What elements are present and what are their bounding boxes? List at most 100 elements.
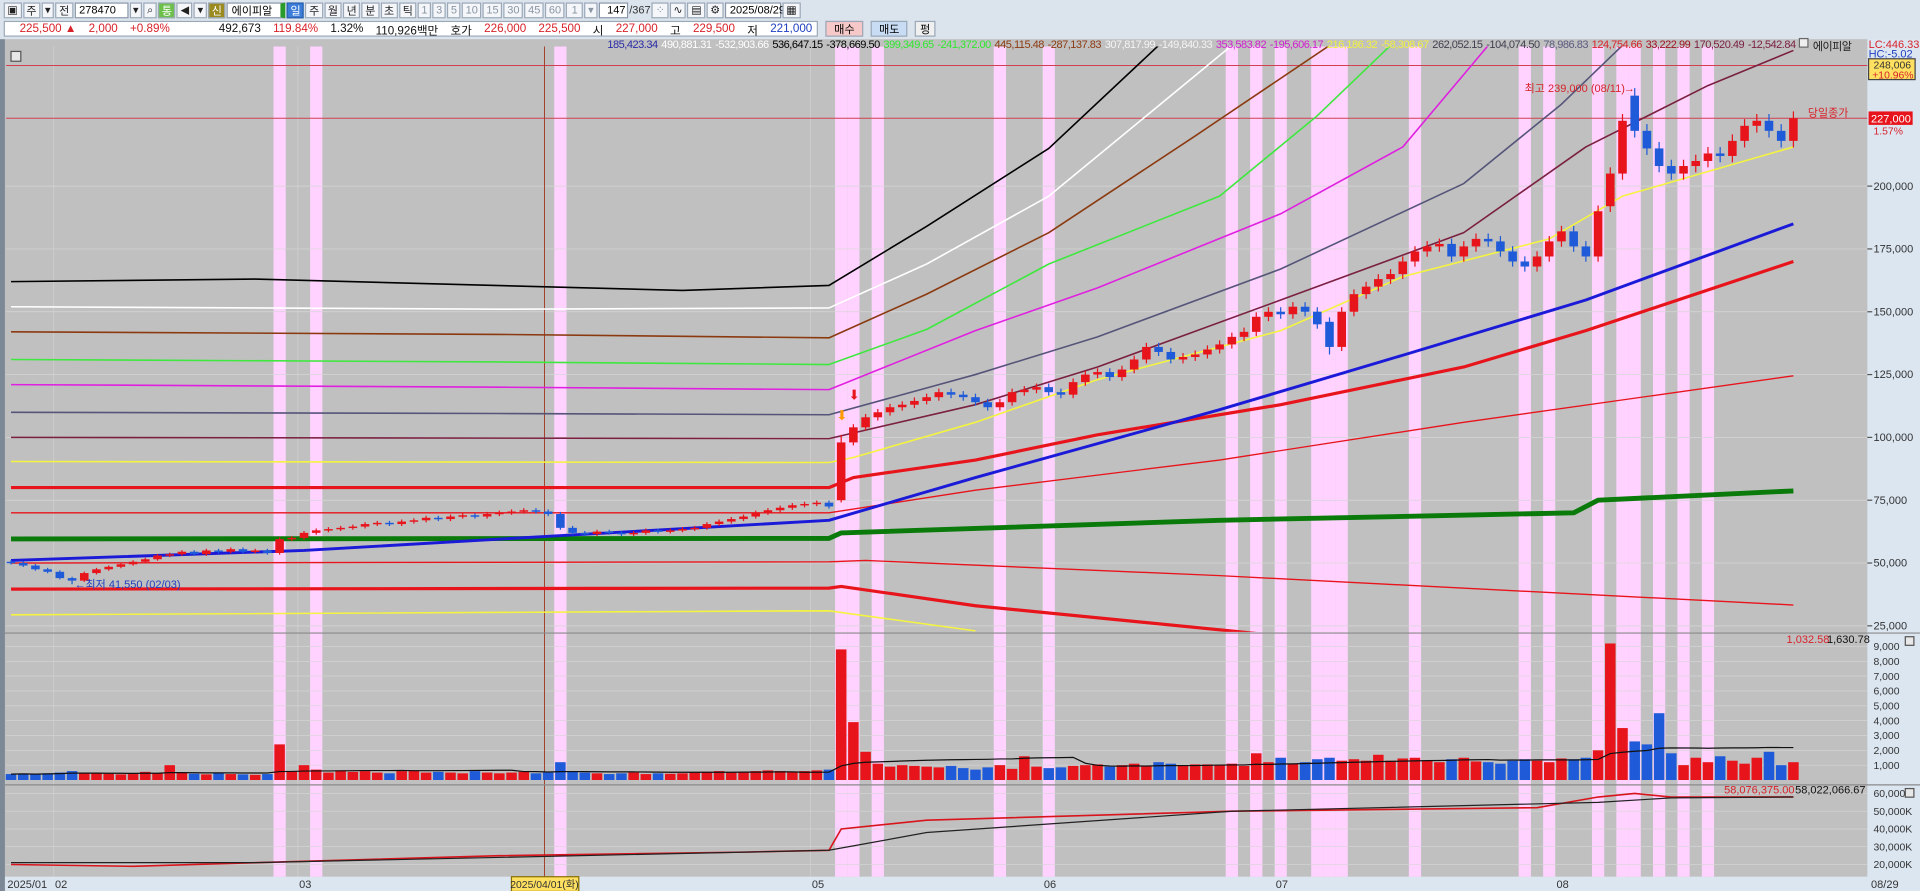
volume-bar xyxy=(1666,753,1677,781)
candle-body xyxy=(1593,211,1603,257)
volume-tick-label: 7,000 xyxy=(1873,672,1899,683)
candle-body xyxy=(360,524,370,527)
candle-body xyxy=(739,516,748,520)
candle-body xyxy=(1483,238,1493,242)
candle-body xyxy=(141,559,150,562)
volume-bar xyxy=(1141,765,1152,781)
candle-body xyxy=(202,550,211,555)
indicator-legend: 185,423.34 490,881.31 -532,903.66 536,647.1… xyxy=(607,37,1852,54)
candle-body xyxy=(1190,354,1200,357)
price-chart[interactable]: ⬇⬇ 200,000 175,000 150,000 125,000 100,000 75… xyxy=(0,0,1920,891)
close-pct: 1.57% xyxy=(1873,127,1902,138)
candle-body xyxy=(434,517,443,520)
volume-bar xyxy=(652,773,664,781)
candle-body xyxy=(1715,153,1725,156)
volume-bar xyxy=(1238,765,1250,781)
candle-body xyxy=(775,507,785,511)
candle-body xyxy=(214,550,223,552)
signal-highlight-band xyxy=(1408,46,1422,877)
candle-body xyxy=(495,512,504,515)
amount-ma-value-2: 58,022,066.67 xyxy=(1795,784,1865,796)
volume-bar xyxy=(945,765,957,781)
candle-body xyxy=(580,532,590,535)
candle-body xyxy=(1618,120,1627,174)
price-tick-label: 150,000 xyxy=(1873,306,1913,318)
arrow-left-icon: ← xyxy=(75,579,86,591)
candle-body xyxy=(1374,279,1383,287)
volume-bar xyxy=(1202,764,1213,781)
panel-menu-button[interactable] xyxy=(10,50,22,62)
volume-bar xyxy=(1275,757,1286,781)
date-axis-label: 2025/01 xyxy=(7,879,47,891)
price-tick-label: 125,000 xyxy=(1873,369,1913,381)
volume-bar xyxy=(957,768,969,781)
candle-body xyxy=(910,400,919,405)
volume-bar xyxy=(372,772,383,781)
candle-body xyxy=(421,517,431,521)
candle-body xyxy=(116,564,126,567)
candle-body xyxy=(482,514,492,517)
candle-body xyxy=(1166,351,1176,360)
candle-body xyxy=(763,510,773,513)
volume-bar xyxy=(909,765,920,781)
amount-panel-menu-button[interactable] xyxy=(1904,787,1915,798)
date-axis-label: 06 xyxy=(1044,879,1056,891)
candle-body xyxy=(1032,387,1041,390)
volume-bar xyxy=(1104,766,1116,781)
volume-bar xyxy=(1116,765,1128,781)
volume-panel-menu-button[interactable] xyxy=(1904,636,1915,646)
volume-bar xyxy=(213,773,224,781)
candle-body xyxy=(556,514,565,528)
candle-body xyxy=(1081,374,1090,383)
candle-body xyxy=(31,565,40,570)
amount-tick-label: 40,000K xyxy=(1873,825,1912,836)
high-annotation: 최고 239,000 (08/11) xyxy=(1525,82,1625,95)
candle-body xyxy=(788,505,797,508)
candle-body xyxy=(1544,241,1554,257)
volume-bar xyxy=(30,774,41,781)
volume-bar xyxy=(115,774,127,781)
candle-body xyxy=(1581,246,1591,257)
candle-body xyxy=(849,427,858,443)
volume-tick-label: 8,000 xyxy=(1873,657,1899,668)
candle-body xyxy=(1288,306,1298,315)
target-pct: +10.96% xyxy=(1872,70,1913,81)
volume-bar xyxy=(689,772,700,781)
candle-body xyxy=(1276,311,1285,315)
volume-bar xyxy=(152,773,163,781)
candle-body xyxy=(885,407,895,413)
volume-bar xyxy=(323,772,334,781)
signal-highlight-band xyxy=(1250,46,1263,877)
volume-tick-label: 3,000 xyxy=(1873,731,1899,742)
candle-body xyxy=(226,549,236,552)
volume-bar xyxy=(433,771,444,781)
price-tick-label: 50,000 xyxy=(1873,558,1907,570)
volume-bar xyxy=(1043,768,1054,781)
arrow-right-icon: → xyxy=(1624,83,1635,95)
candle-body xyxy=(1764,120,1774,131)
legend-value: 170,520.49 xyxy=(1693,37,1745,51)
volume-bar xyxy=(726,772,737,781)
legend-toggle-icon[interactable] xyxy=(1799,37,1810,48)
volume-bar xyxy=(1727,760,1738,781)
signal-arrow-down-icon: ⬇ xyxy=(848,388,859,403)
volume-bar xyxy=(201,774,212,781)
volume-bar xyxy=(286,771,298,781)
chart-window: ▣ 주 ▾ 전 278470 ▾ ⌕ 통 ◀ ▾ 신 에이피알 일 주 월 년 … xyxy=(0,0,1920,891)
candle-body xyxy=(1642,130,1652,149)
candle-body xyxy=(1789,118,1798,141)
signal-highlight-band xyxy=(1335,46,1348,877)
volume-bar xyxy=(1250,753,1262,781)
candle-body xyxy=(727,519,736,522)
legend-value: -149,840.33 xyxy=(1158,37,1213,51)
volume-bar xyxy=(1690,757,1702,781)
candle-body xyxy=(1496,241,1505,252)
candle-body xyxy=(1532,256,1542,267)
volume-tick-label: 6,000 xyxy=(1873,687,1899,698)
volume-bar xyxy=(1739,763,1750,781)
crosshair-date: 2025/04/01(화) xyxy=(510,879,578,891)
candle-body xyxy=(861,417,870,428)
volume-bar xyxy=(188,773,200,781)
candle-body xyxy=(1606,173,1615,207)
candle-body xyxy=(873,412,883,418)
